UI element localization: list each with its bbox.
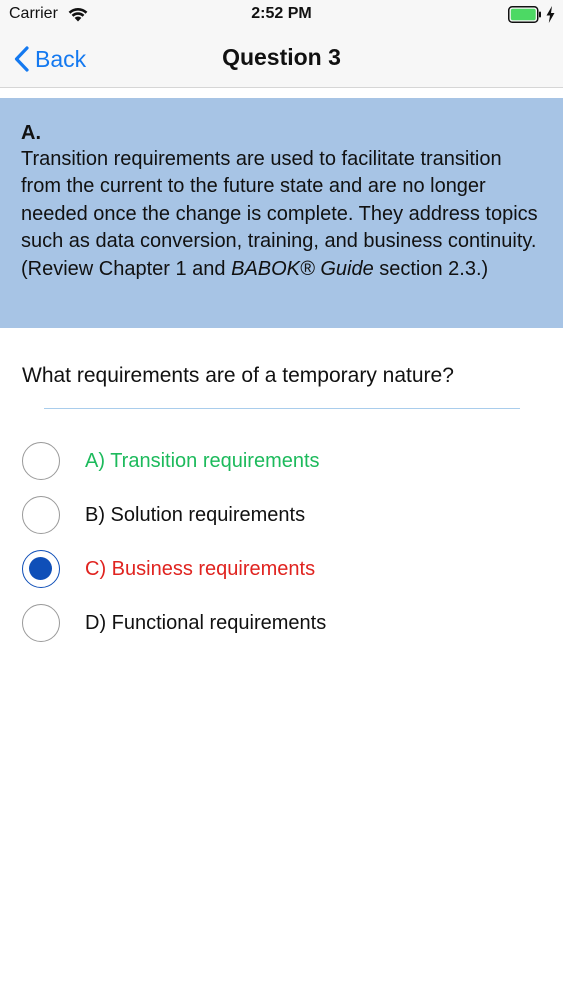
question-text: What requirements are of a temporary nat… <box>22 364 454 387</box>
question-divider <box>44 408 520 409</box>
option-label: D) Functional requirements <box>85 611 327 634</box>
option-a[interactable]: A) Transition requirements <box>22 441 542 481</box>
page-title: Question 3 <box>222 44 341 70</box>
radio-button[interactable] <box>22 604 60 642</box>
radio-button[interactable] <box>22 550 60 588</box>
status-time: 2:52 PM <box>251 5 312 22</box>
radio-button[interactable] <box>22 496 60 534</box>
option-label: C) Business requirements <box>85 557 316 580</box>
option-b[interactable]: B) Solution requirements <box>22 495 542 535</box>
option-label: A) Transition requirements <box>85 449 320 472</box>
navigation-bar: Back Question 3 <box>0 30 563 88</box>
status-bar: Carrier 2:52 PM <box>0 0 563 30</box>
radio-selected-dot <box>29 557 52 580</box>
charging-icon <box>546 6 555 23</box>
option-label: B) Solution requirements <box>85 503 306 526</box>
app-screen: Carrier 2:52 PM Back Question 3 A. Trans… <box>0 0 563 1000</box>
option-d[interactable]: D) Functional requirements <box>22 603 542 643</box>
explanation-text-italic: BABOK® Guide <box>231 257 374 280</box>
explanation-text-end: section 2.3.) <box>373 257 489 280</box>
answer-letter: A. <box>21 122 41 144</box>
battery-icon <box>508 6 541 23</box>
radio-button[interactable] <box>22 442 60 480</box>
answer-explanation-panel: A. Transition requirements are used to f… <box>0 98 563 328</box>
option-c[interactable]: C) Business requirements <box>22 549 542 589</box>
explanation-text: Transition requirements are used to faci… <box>21 146 543 283</box>
